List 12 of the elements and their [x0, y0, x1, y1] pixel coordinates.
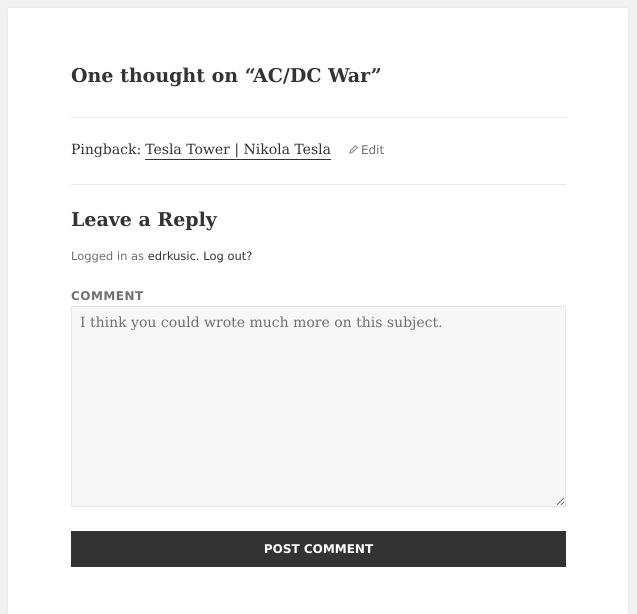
pingback-label: Pingback:: [71, 142, 142, 158]
comment-field[interactable]: I think you could wrote much more on this subject.: [71, 306, 566, 507]
comments-title: One thought on “AC/DC War”: [71, 64, 383, 89]
comment-label: COMMENT: [71, 289, 145, 303]
pencil-icon: [348, 145, 358, 154]
edit-link[interactable]: Edit: [348, 142, 384, 156]
logout-link[interactable]: Log out?: [203, 249, 252, 263]
pingback-link[interactable]: Tesla Tower | Nikola Tesla: [145, 142, 331, 160]
user-link[interactable]: edrkusic.: [148, 249, 200, 263]
logged-in-text: Logged in as edrkusic. Log out?: [71, 249, 254, 263]
reply-title: Leave a Reply: [71, 208, 218, 233]
post-comment-button[interactable]: POST COMMENT: [71, 531, 566, 567]
